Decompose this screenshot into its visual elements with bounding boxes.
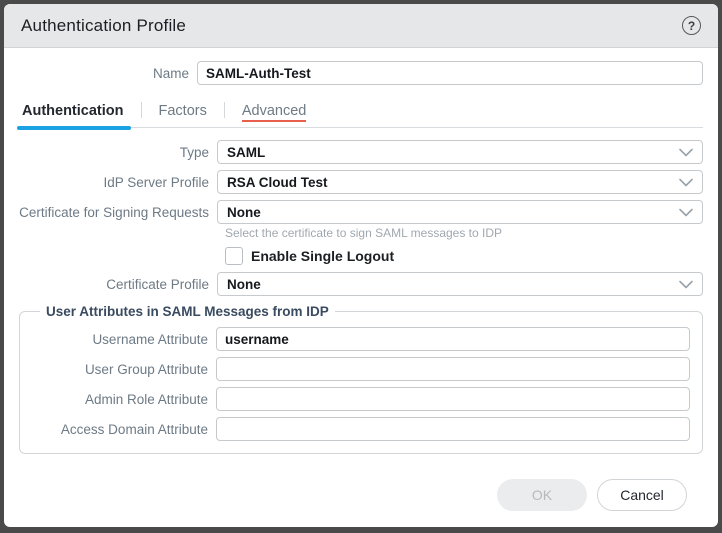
type-select[interactable]: SAML bbox=[217, 140, 703, 164]
idp-server-profile-select[interactable]: RSA Cloud Test bbox=[217, 170, 703, 194]
enable-single-logout-row: Enable Single Logout bbox=[225, 247, 703, 265]
tab-authentication[interactable]: Authentication bbox=[19, 103, 127, 127]
tab-bar: Authentication Factors Advanced bbox=[19, 101, 703, 128]
ok-button[interactable]: OK bbox=[497, 479, 587, 511]
access-domain-attribute-input[interactable] bbox=[216, 417, 690, 441]
name-label: Name bbox=[19, 66, 197, 81]
modal-frame: Authentication Profile ? Name Authentica… bbox=[0, 0, 722, 533]
dialog-title: Authentication Profile bbox=[21, 16, 186, 36]
certificate-signing-help-text: Select the certificate to sign SAML mess… bbox=[225, 226, 703, 240]
help-icon[interactable]: ? bbox=[682, 16, 701, 35]
authentication-profile-dialog: Authentication Profile ? Name Authentica… bbox=[4, 4, 718, 527]
dialog-body: Name Authentication Factors Advanced bbox=[4, 48, 718, 527]
cancel-button[interactable]: Cancel bbox=[597, 479, 687, 511]
certificate-profile-label: Certificate Profile bbox=[19, 277, 217, 292]
certificate-signing-row: Certificate for Signing Requests None bbox=[19, 200, 703, 224]
chevron-down-icon bbox=[679, 208, 693, 217]
type-label: Type bbox=[19, 145, 217, 160]
authentication-tab-panel: Type SAML IdP Server Profile RSA Cloud T… bbox=[19, 140, 703, 454]
chevron-down-icon bbox=[679, 178, 693, 187]
username-attribute-input[interactable] bbox=[216, 327, 690, 351]
enable-single-logout-checkbox[interactable] bbox=[225, 247, 243, 265]
idp-server-profile-label: IdP Server Profile bbox=[19, 175, 217, 190]
user-group-attribute-row: User Group Attribute bbox=[32, 357, 690, 381]
admin-role-attribute-label: Admin Role Attribute bbox=[32, 392, 216, 407]
access-domain-attribute-label: Access Domain Attribute bbox=[32, 422, 216, 437]
tab-separator bbox=[224, 102, 225, 118]
name-row: Name bbox=[19, 61, 703, 85]
chevron-down-icon bbox=[679, 148, 693, 157]
user-group-attribute-input[interactable] bbox=[216, 357, 690, 381]
user-attributes-fieldset: User Attributes in SAML Messages from ID… bbox=[19, 304, 703, 454]
dialog-footer: OK Cancel bbox=[19, 479, 703, 527]
dialog-header: Authentication Profile ? bbox=[4, 4, 718, 48]
tab-advanced[interactable]: Advanced bbox=[239, 103, 310, 127]
certificate-signing-select[interactable]: None bbox=[217, 200, 703, 224]
access-domain-attribute-row: Access Domain Attribute bbox=[32, 417, 690, 441]
certificate-profile-row: Certificate Profile None bbox=[19, 272, 703, 296]
admin-role-attribute-row: Admin Role Attribute bbox=[32, 387, 690, 411]
idp-server-profile-row: IdP Server Profile RSA Cloud Test bbox=[19, 170, 703, 194]
name-input[interactable] bbox=[197, 61, 703, 85]
tab-factors[interactable]: Factors bbox=[156, 103, 210, 127]
user-attributes-legend: User Attributes in SAML Messages from ID… bbox=[40, 304, 335, 319]
type-row: Type SAML bbox=[19, 140, 703, 164]
certificate-signing-label: Certificate for Signing Requests bbox=[19, 205, 217, 220]
enable-single-logout-label: Enable Single Logout bbox=[251, 248, 394, 264]
user-group-attribute-label: User Group Attribute bbox=[32, 362, 216, 377]
chevron-down-icon bbox=[679, 280, 693, 289]
admin-role-attribute-input[interactable] bbox=[216, 387, 690, 411]
username-attribute-label: Username Attribute bbox=[32, 332, 216, 347]
username-attribute-row: Username Attribute bbox=[32, 327, 690, 351]
certificate-profile-select[interactable]: None bbox=[217, 272, 703, 296]
tab-separator bbox=[141, 102, 142, 118]
